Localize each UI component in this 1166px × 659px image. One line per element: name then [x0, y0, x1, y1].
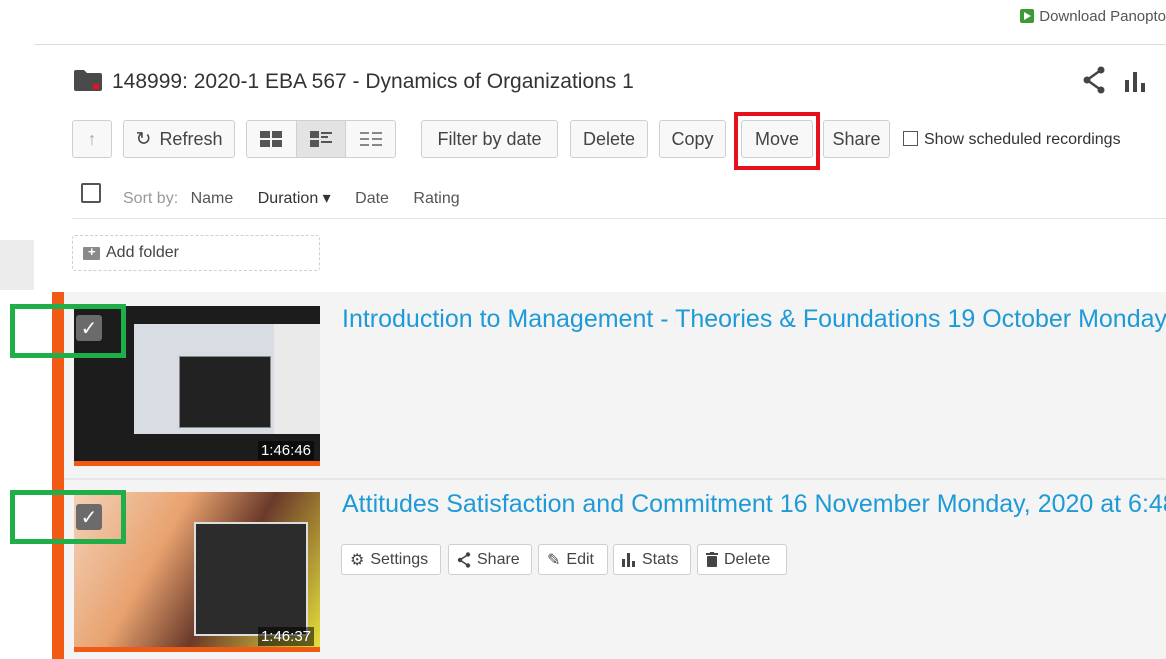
session-duration: 1:46:37 [257, 627, 314, 646]
select-all-checkbox[interactable] [81, 183, 101, 203]
checkbox-highlight [10, 304, 126, 358]
sort-bar: Sort by: Name Duration ▾ Date Rating [123, 188, 480, 208]
refresh-icon: ↻ [135, 128, 152, 150]
download-link[interactable]: Download Panopto [1020, 8, 1166, 25]
divider [72, 218, 1166, 219]
show-scheduled-label: Show scheduled recordings [924, 131, 1121, 148]
session-settings-button[interactable]: ⚙ Settings [341, 544, 441, 575]
session-stats-label: Stats [642, 550, 679, 568]
view-mode-group [246, 120, 396, 158]
move-button-highlight [734, 112, 820, 170]
share-icon [457, 551, 471, 568]
stats-icon [622, 552, 636, 567]
list-icon [359, 132, 382, 146]
top-bar: Download Panopto [34, 0, 1166, 45]
detail-list-icon [310, 131, 332, 147]
grid-icon [260, 131, 283, 147]
thumbnail-progress-bar [74, 647, 320, 652]
session-delete-button[interactable]: Delete [697, 544, 787, 575]
session-stats-button[interactable]: Stats [613, 544, 691, 575]
folder-stats-icon[interactable] [1124, 70, 1146, 92]
sort-duration[interactable]: Duration ▾ [258, 190, 331, 207]
session-title[interactable]: Introduction to Management - Theories & … [342, 305, 1166, 334]
sort-prefix: Sort by: [123, 190, 179, 207]
delete-button[interactable]: Delete [570, 120, 648, 158]
left-gutter [0, 240, 34, 290]
session-share-button[interactable]: Share [448, 544, 532, 575]
pencil-icon: ✎ [547, 551, 561, 569]
view-thumbnails-button[interactable] [247, 121, 297, 157]
session-settings-label: Settings [370, 550, 429, 568]
view-list-button[interactable] [346, 121, 395, 157]
session-title[interactable]: Attitudes Satisfaction and Commitment 16… [342, 490, 1166, 519]
checkbox-highlight [10, 490, 126, 544]
copy-button[interactable]: Copy [659, 120, 726, 158]
thumbnail-panel [194, 522, 308, 636]
filter-by-date-button[interactable]: Filter by date [421, 120, 558, 158]
sort-name[interactable]: Name [191, 190, 234, 207]
thumbnail-inner-window [179, 356, 271, 428]
session-delete-label: Delete [724, 550, 771, 568]
thumbnail-sidebar [274, 324, 320, 434]
up-folder-button[interactable]: ↑ [72, 120, 112, 158]
session-edit-button[interactable]: ✎ Edit [538, 544, 608, 575]
folder-icon [74, 70, 102, 91]
show-scheduled-checkbox[interactable] [903, 131, 918, 146]
trash-icon [706, 552, 718, 567]
folder-title: 148999: 2020-1 EBA 567 - Dynamics of Org… [112, 70, 634, 93]
session-share-label: Share [477, 550, 520, 568]
download-label: Download Panopto [1039, 8, 1166, 25]
show-scheduled-toggle[interactable]: Show scheduled recordings [903, 131, 1121, 149]
up-arrow-icon: ↑ [87, 128, 97, 149]
refresh-button[interactable]: ↻ Refresh [123, 120, 235, 158]
add-folder-button[interactable]: Add folder [72, 235, 320, 271]
panopto-logo-icon [1020, 9, 1035, 23]
session-edit-label: Edit [566, 550, 594, 568]
add-folder-icon [83, 244, 100, 260]
share-button[interactable]: Share [823, 120, 890, 158]
view-detailed-button[interactable] [296, 121, 347, 157]
session-duration: 1:46:46 [257, 441, 314, 460]
sort-rating[interactable]: Rating [413, 190, 459, 207]
share-folder-icon[interactable] [1082, 66, 1106, 94]
add-folder-label: Add folder [106, 244, 179, 261]
sort-date[interactable]: Date [355, 190, 389, 207]
gear-icon: ⚙ [350, 551, 365, 569]
thumbnail-progress-bar [74, 461, 320, 466]
divider [64, 478, 1166, 480]
